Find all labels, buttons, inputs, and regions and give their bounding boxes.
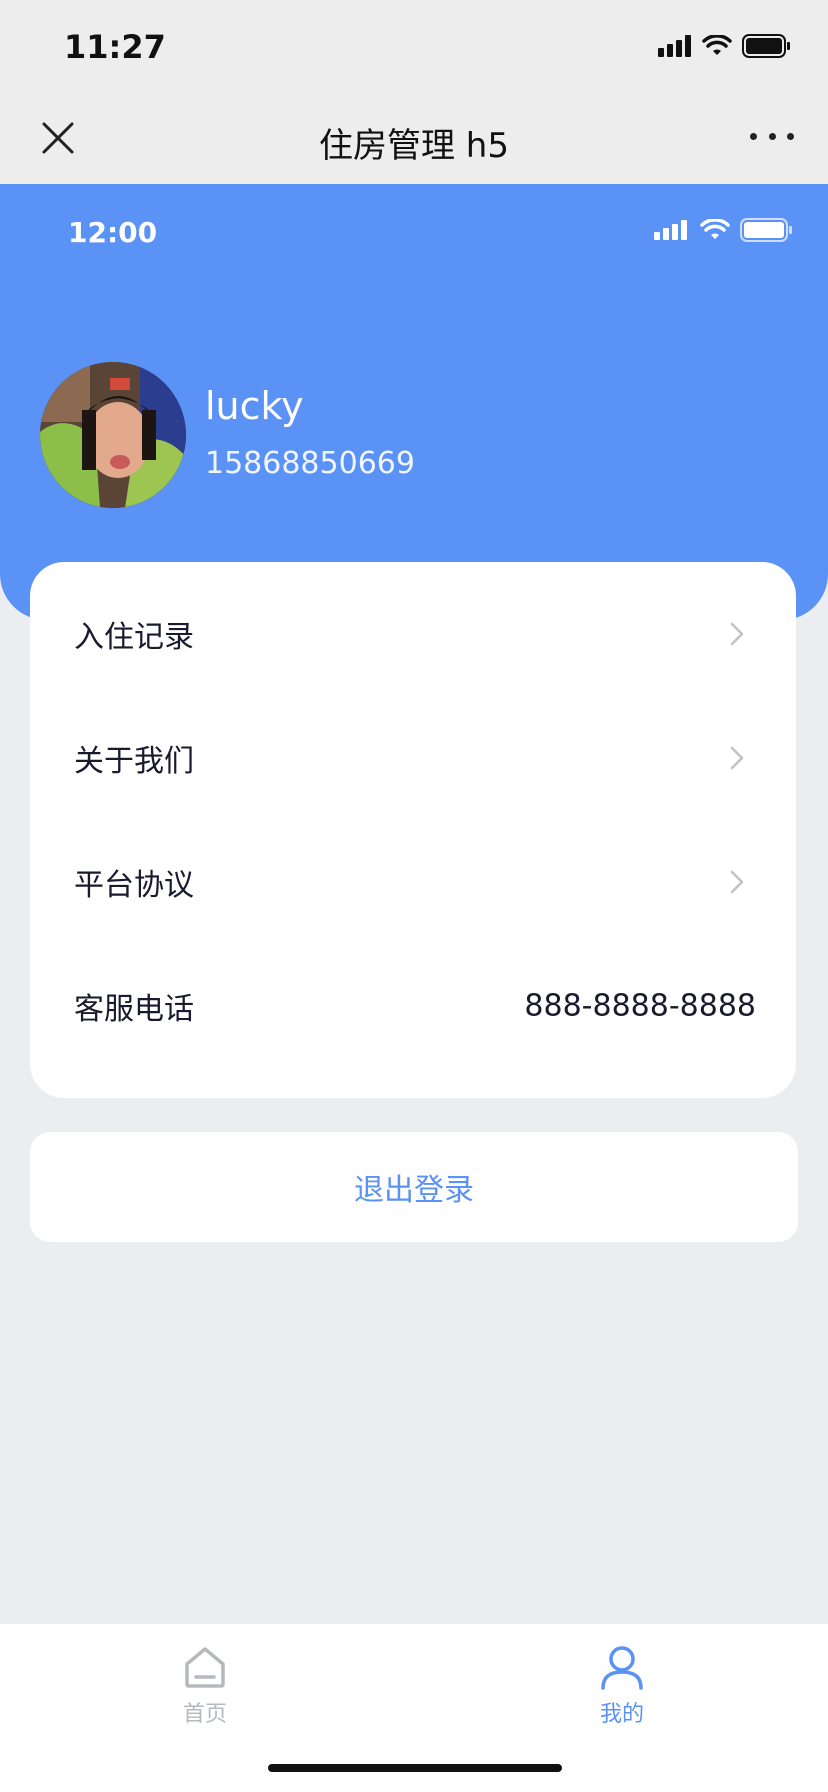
- user-name: lucky: [205, 384, 304, 428]
- avatar-image: [40, 362, 186, 508]
- chevron-right-icon: [730, 622, 744, 646]
- menu-card: 入住记录 关于我们 平台协议 客服电话 888-8888-8888: [30, 562, 796, 1098]
- menu-item-platform-agreement[interactable]: 平台协议: [30, 832, 796, 932]
- chevron-right-icon: [730, 870, 744, 894]
- tab-home-label: 首页: [182, 1702, 227, 1727]
- tab-mine[interactable]: 我的: [542, 1644, 702, 1754]
- avatar[interactable]: [40, 362, 186, 508]
- menu-item-about-us[interactable]: 关于我们: [30, 708, 796, 808]
- page-title: 住房管理 h5: [319, 126, 509, 166]
- menu-item-checkin-records[interactable]: 入住记录: [30, 584, 796, 684]
- home-icon: [185, 1647, 225, 1688]
- battery-icon: [740, 218, 792, 242]
- wifi-icon: [700, 219, 730, 239]
- tab-home[interactable]: 首页: [125, 1644, 285, 1754]
- wifi-icon: [702, 35, 732, 55]
- hotline-number[interactable]: 888-8888-8888: [524, 989, 756, 1024]
- tab-mine-label: 我的: [599, 1702, 644, 1727]
- tab-bar: 首页 我的: [0, 1624, 828, 1792]
- cellular-signal-icon: [658, 35, 691, 57]
- chevron-right-icon: [730, 746, 744, 770]
- screen: 11:27 住房管理 h5 12:00 lucky 15868850669 入住…: [0, 0, 828, 1792]
- more-options-icon[interactable]: [750, 124, 794, 148]
- system-status-icons: [658, 34, 792, 58]
- profile-header: 12:00 lucky 15868850669: [0, 184, 828, 620]
- cellular-signal-icon: [654, 220, 687, 240]
- menu-item-label: 入住记录: [74, 620, 194, 655]
- hotline-label: 客服电话: [74, 992, 194, 1027]
- user-phone: 15868850669: [205, 446, 415, 481]
- battery-icon: [742, 34, 790, 58]
- inner-status-time: 12:00: [68, 216, 158, 249]
- inner-status-icons: [654, 218, 794, 242]
- system-status-bar: 11:27: [0, 0, 828, 96]
- home-indicator: [268, 1764, 562, 1772]
- system-time: 11:27: [64, 28, 166, 66]
- logout-button[interactable]: 退出登录: [30, 1132, 798, 1242]
- navigation-bar: 住房管理 h5: [0, 96, 828, 184]
- menu-item-label: 关于我们: [74, 744, 194, 779]
- menu-item-customer-hotline[interactable]: 客服电话 888-8888-8888: [30, 956, 796, 1056]
- user-icon: [601, 1646, 643, 1690]
- menu-item-label: 平台协议: [74, 868, 194, 903]
